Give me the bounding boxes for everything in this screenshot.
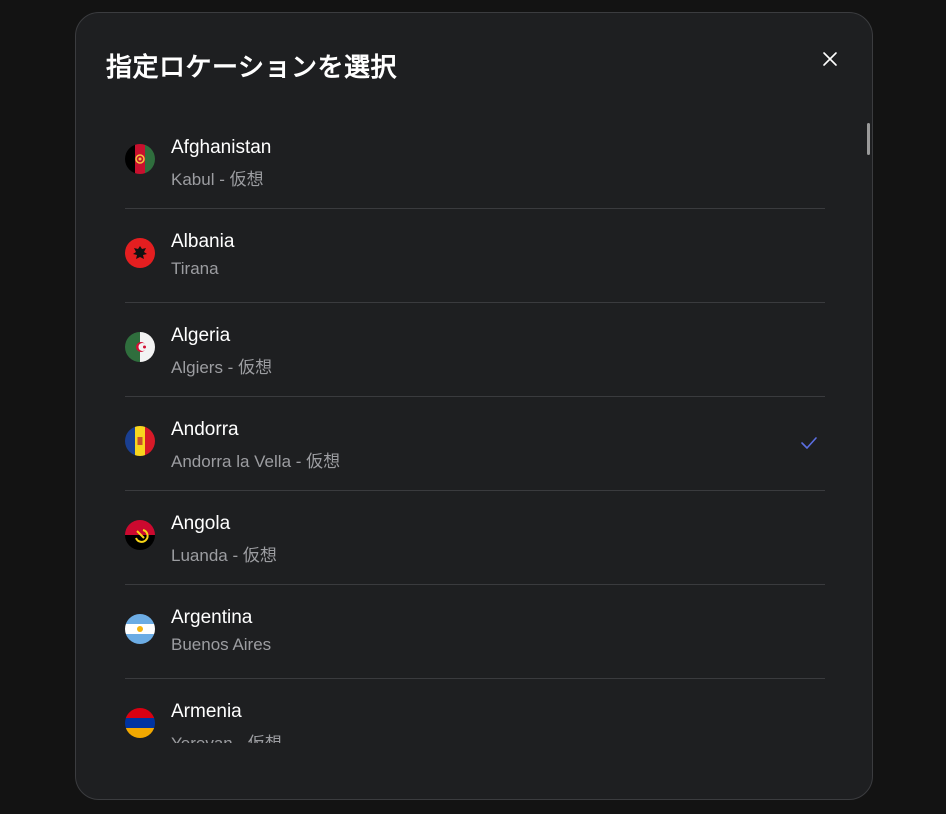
location-item-algeria[interactable]: Algeria Algiers - 仮想 [125,303,825,397]
country-name: Armenia [171,701,242,722]
angola-flag-icon [125,520,155,550]
argentina-flag-icon [125,614,155,644]
scrollbar-thumb[interactable] [867,123,870,155]
location-item-angola[interactable]: Angola Luanda - 仮想 [125,491,825,585]
city-name: Tirana [171,259,219,278]
city-name: Luanda - 仮想 [171,546,277,565]
city-name: Buenos Aires [171,635,272,654]
location-select-modal: 指定ロケーションを選択 Afghanistan Kabul - 仮想 Alban… [75,12,873,800]
andorra-flag-icon [125,426,155,456]
armenia-flag-icon [125,708,155,738]
algeria-flag-icon [125,332,155,362]
checkmark-icon [801,437,817,449]
city-name: Algiers - 仮想 [171,358,273,377]
location-item-argentina[interactable]: Argentina Buenos Aires [125,585,825,679]
location-item-afghanistan[interactable]: Afghanistan Kabul - 仮想 [125,115,825,209]
close-button[interactable] [818,47,842,71]
country-name: Albania [171,231,235,252]
country-name: Andorra [171,419,239,440]
location-item-andorra[interactable]: Andorra Andorra la Vella - 仮想 [125,397,825,491]
location-item-albania[interactable]: Albania Tirana [125,209,825,303]
afghanistan-flag-icon [125,144,155,174]
location-list: Afghanistan Kabul - 仮想 Albania Tirana Al… [125,115,825,743]
location-list-viewport[interactable]: Afghanistan Kabul - 仮想 Albania Tirana Al… [125,115,825,743]
modal-title: 指定ロケーションを選択 [106,53,397,83]
city-name: Kabul - 仮想 [171,170,264,189]
country-name: Argentina [171,607,253,628]
close-icon [823,52,837,66]
albania-flag-icon [125,238,155,268]
country-name: Algeria [171,325,231,346]
country-name: Afghanistan [171,137,272,158]
city-name: Andorra la Vella - 仮想 [171,452,341,471]
country-name: Angola [171,513,231,534]
location-item-armenia[interactable]: Armenia Yerevan - 仮想 [125,679,825,743]
city-name: Yerevan - 仮想 [171,729,282,743]
